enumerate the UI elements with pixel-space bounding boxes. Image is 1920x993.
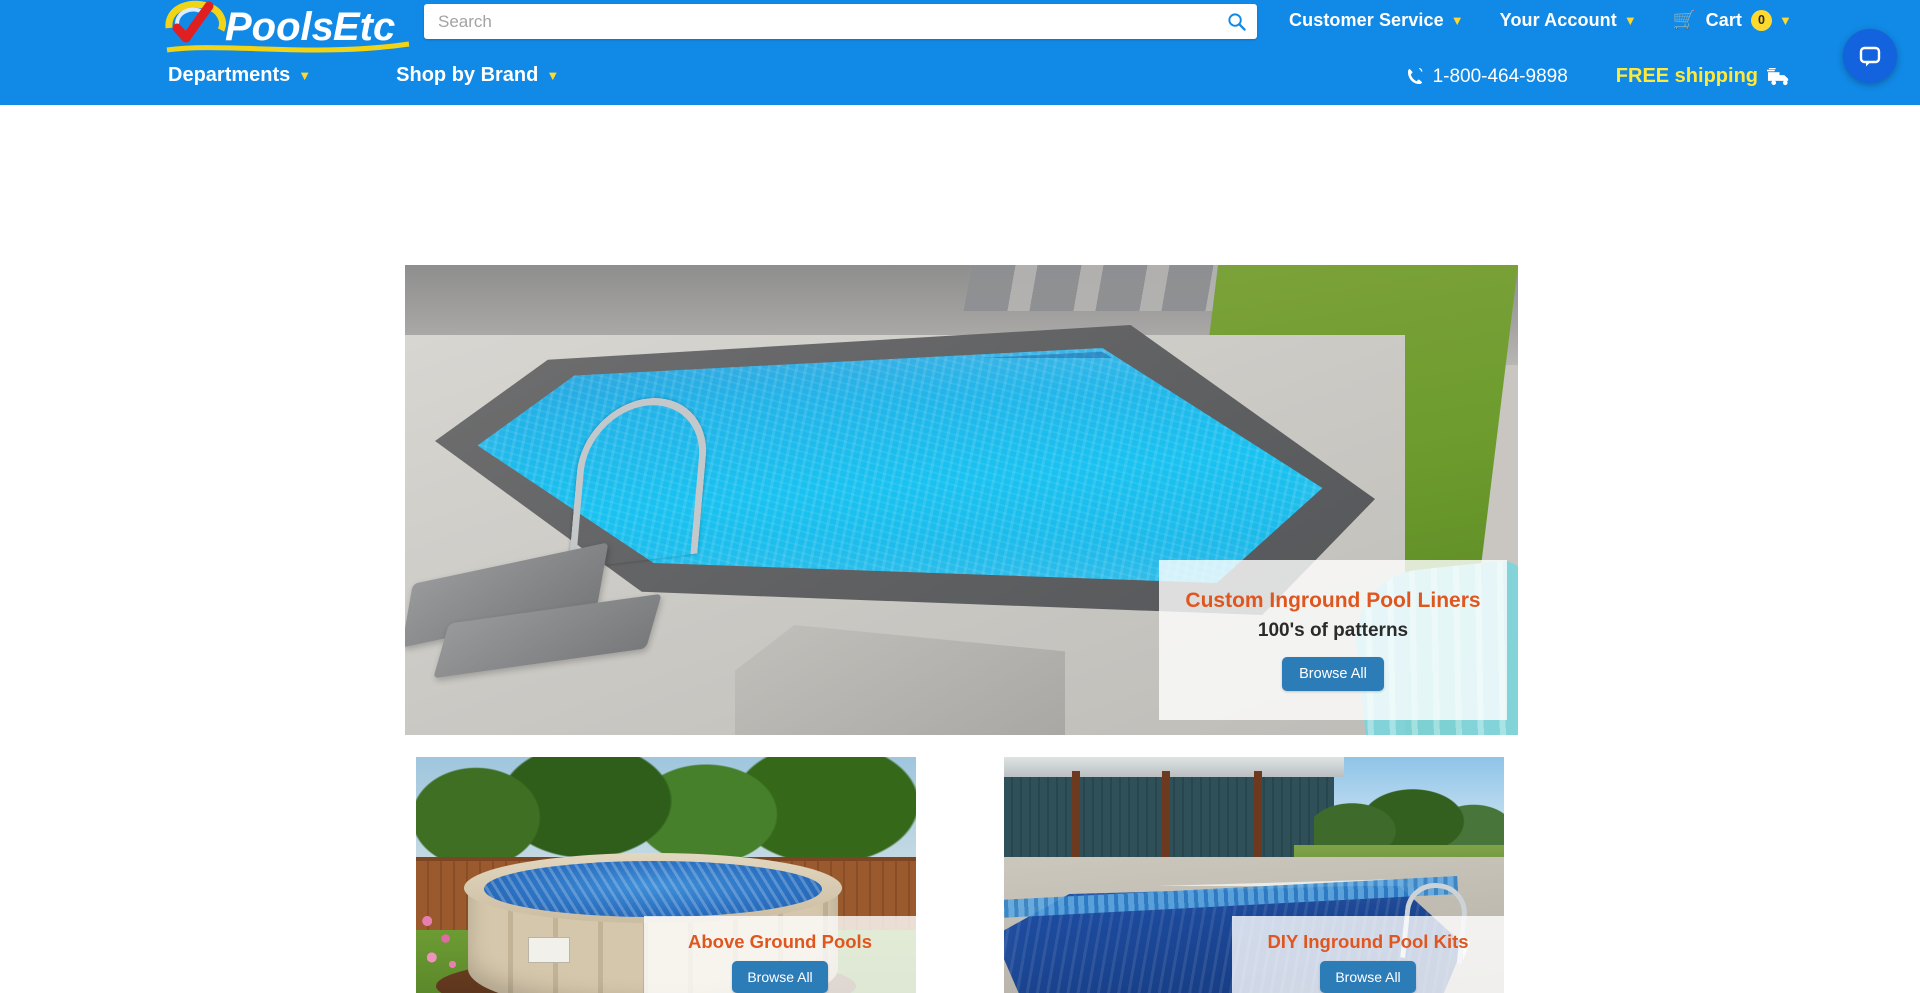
chevron-down-icon: ▼	[298, 68, 312, 83]
primary-nav: Departments ▼ Shop by Brand ▼	[168, 64, 559, 87]
pavilion-posts	[1044, 771, 1334, 871]
free-shipping-label: FREE shipping	[1615, 65, 1758, 87]
tree-line	[1314, 775, 1504, 855]
pool-water	[484, 861, 822, 917]
promo-card-above-ground-pools[interactable]: Above Ground Pools Browse All	[416, 757, 916, 993]
pool-equipment-label	[528, 937, 570, 963]
chevron-down-icon: ▼	[1450, 12, 1464, 28]
shopping-cart-icon: 🛒	[1672, 10, 1697, 31]
nav-item-shop-by-brand[interactable]: Shop by Brand ▼	[396, 64, 559, 87]
live-chat-button[interactable]	[1843, 29, 1897, 83]
search-input[interactable]	[424, 5, 1215, 38]
cart-button[interactable]: 🛒 Cart 0 ▼	[1673, 8, 1792, 32]
promo-overlay: Above Ground Pools Browse All	[644, 916, 916, 993]
search-bar[interactable]	[424, 4, 1257, 39]
hero-promo-subtitle: 100's of patterns	[1257, 620, 1409, 641]
promo-card-diy-inground-pool-kits[interactable]: DIY Inground Pool Kits Browse All	[1004, 757, 1504, 993]
cart-label: Cart	[1705, 9, 1743, 30]
free-shipping-badge: FREE shipping	[1616, 65, 1792, 88]
chat-bubble-icon	[1859, 46, 1881, 67]
search-icon	[1227, 13, 1246, 31]
chevron-down-icon: ▼	[1779, 12, 1792, 28]
phone-number: 1-800-464-9898	[1432, 65, 1568, 87]
chevron-down-icon: ▼	[1623, 12, 1637, 28]
hero-browse-all-button[interactable]: Browse All	[1282, 657, 1384, 691]
browse-all-button-diy-inground-pool-kits[interactable]: Browse All	[1320, 961, 1416, 993]
header-top-row: Pools Etc Customer Service ▼ Your Ac	[0, 0, 1920, 55]
cart-count-badge: 0	[1751, 9, 1773, 31]
menu-customer-service[interactable]: Customer Service ▼	[1289, 10, 1464, 31]
nav-item-shop-by-brand-label: Shop by Brand	[396, 64, 539, 86]
delivery-truck-icon	[1767, 67, 1789, 85]
hero-promo-title: Custom Inground Pool Liners	[1185, 589, 1481, 612]
menu-customer-service-label: Customer Service	[1289, 9, 1444, 30]
promo-title-diy-inground-pool-kits: DIY Inground Pool Kits	[1267, 931, 1469, 952]
search-button[interactable]	[1215, 5, 1257, 38]
browse-all-button-above-ground-pools[interactable]: Browse All	[732, 961, 828, 993]
phone-icon	[1407, 67, 1422, 85]
flower-bush	[418, 907, 464, 977]
promo-overlay: DIY Inground Pool Kits Browse All	[1232, 916, 1504, 993]
nav-item-departments[interactable]: Departments ▼	[168, 64, 311, 87]
header-menu-group: Customer Service ▼ Your Account ▼ 🛒 Cart…	[1289, 8, 1792, 32]
svg-text:Etc: Etc	[333, 5, 395, 49]
promo-title-above-ground-pools: Above Ground Pools	[688, 931, 872, 952]
svg-text:Pools: Pools	[225, 5, 334, 49]
phone-link[interactable]: 1-800-464-9898	[1407, 66, 1568, 88]
header-nav-row: Departments ▼ Shop by Brand ▼ 1-800-464-…	[0, 55, 1920, 105]
site-header: Pools Etc Customer Service ▼ Your Ac	[0, 0, 1920, 105]
menu-your-account[interactable]: Your Account ▼	[1500, 10, 1637, 31]
tree-line	[416, 757, 916, 867]
chevron-down-icon: ▼	[546, 68, 560, 83]
promo-card-row: Above Ground Pools Browse All DIY Ingrou…	[416, 757, 1504, 993]
nav-item-departments-label: Departments	[168, 64, 291, 86]
site-logo[interactable]: Pools Etc	[163, 0, 413, 56]
hero-banner[interactable]: Custom Inground Pool Liners 100's of pat…	[405, 265, 1518, 735]
hero-promo-card: Custom Inground Pool Liners 100's of pat…	[1159, 560, 1507, 720]
menu-your-account-label: Your Account	[1499, 9, 1617, 30]
nav-contact-group: 1-800-464-9898 FREE shipping	[1407, 65, 1792, 88]
